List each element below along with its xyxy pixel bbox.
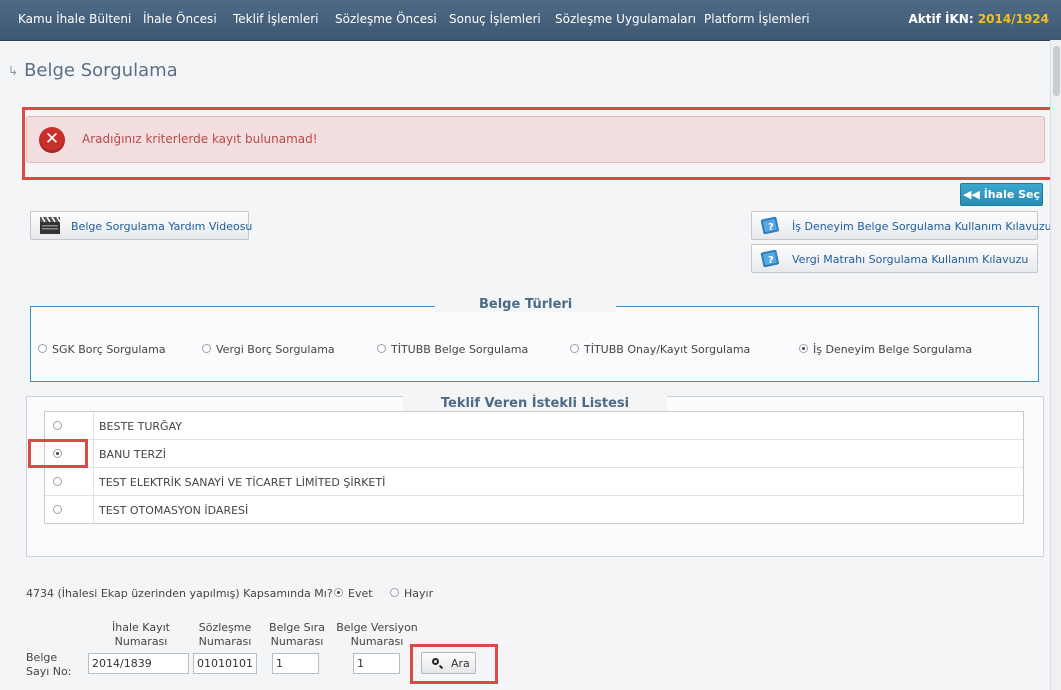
radio-kapsam-evet[interactable] (334, 588, 343, 597)
vertical-scrollbar[interactable] (1050, 40, 1061, 690)
label-kapsam-evet: Evet (348, 587, 373, 600)
ara-button[interactable]: Ara (421, 652, 476, 674)
radio-kapsam-hayir[interactable] (390, 588, 399, 597)
alert-message: Aradığınız kriterlerde kayıt bulunamad! (82, 132, 318, 146)
is-deneyim-kilavuz-button[interactable]: ? İş Deneyim Belge Sorgulama Kullanım Kı… (751, 211, 1052, 240)
label-kapsam-hayir: Hayır (404, 587, 434, 600)
return-arrow-icon: ↳ (8, 64, 19, 78)
row-radio[interactable] (53, 505, 62, 514)
belge-turleri-fieldset: Belge Türleri SGK Borç Sorgulama Vergi B… (30, 297, 1039, 382)
aktif-ikn: Aktif İKN: 2014/1924 (909, 12, 1050, 26)
double-left-arrow-icon: ◀◀ (962, 188, 980, 201)
row-name: BESTE TURĞAY (99, 420, 182, 433)
belge-sira-input[interactable] (272, 653, 319, 674)
belge-sayi-label: Belge Sayı No: (26, 651, 72, 678)
search-icon (432, 658, 439, 665)
header-belge-versiyon: Belge Versiyon Numarası (336, 621, 418, 648)
nav-platform-islemleri[interactable]: Platform İşlemleri (704, 12, 810, 26)
table-row[interactable]: BANU TERZİ (45, 440, 1023, 468)
yardim-videosu-label: Belge Sorgulama Yardım Videosu (71, 220, 253, 233)
radio-titubb-belge[interactable] (377, 344, 386, 353)
svg-text:?: ? (768, 255, 774, 266)
scrollbar-thumb[interactable] (1053, 46, 1060, 96)
table-row[interactable]: BESTE TURĞAY (45, 412, 1023, 440)
svg-text:?: ? (768, 222, 774, 233)
is-deneyim-kilavuz-label: İş Deneyim Belge Sorgulama Kullanım Kıla… (792, 220, 1052, 233)
cell-divider (93, 440, 94, 467)
help-book-icon: ? (760, 216, 779, 235)
label-sgk-borc: SGK Borç Sorgulama (52, 343, 166, 356)
vergi-matrahi-kilavuz-label: Vergi Matrahı Sorgulama Kullanım Kılavuz… (792, 253, 1029, 266)
radio-is-deneyim[interactable] (799, 344, 808, 353)
yardim-videosu-button[interactable]: Belge Sorgulama Yardım Videosu (30, 211, 253, 240)
ara-label: Ara (451, 657, 470, 670)
nav-sonuc-islemleri[interactable]: Sonuç İşlemleri (449, 12, 541, 26)
clapperboard-icon (40, 216, 61, 234)
nav-sozlesme-uygulamalari[interactable]: Sözleşme Uygulamaları (555, 12, 696, 26)
radio-sgk-borc[interactable] (38, 344, 47, 353)
header-belge-sira: Belge Sıra Numarası (269, 621, 325, 648)
label-vergi-borc: Vergi Borç Sorgulama (216, 343, 335, 356)
aktif-ikn-label: Aktif İKN: (908, 12, 974, 26)
label-titubb-belge: TİTUBB Belge Sorgulama (391, 343, 529, 356)
vergi-matrahi-kilavuz-button[interactable]: ? Vergi Matrahı Sorgulama Kullanım Kılav… (751, 244, 1038, 273)
error-icon: ✕ (39, 127, 65, 153)
nav-ihale-oncesi[interactable]: İhale Öncesi (143, 12, 217, 26)
nav-teklif-islemleri[interactable]: Teklif İşlemleri (233, 12, 319, 26)
top-navbar: Kamu İhale Bülteni İhale Öncesi Teklif İ… (0, 0, 1061, 41)
header-sozlesme: Sözleşme Numarası (198, 621, 252, 648)
label-is-deneyim: İş Deneyim Belge Sorgulama (813, 343, 973, 356)
ihale-sec-button[interactable]: ◀◀ İhale Seç (960, 183, 1043, 206)
aktif-ikn-value: 2014/1924 (977, 12, 1049, 26)
belge-turleri-legend: Belge Türleri (435, 297, 617, 312)
cell-divider (93, 468, 94, 495)
error-alert: ✕ Aradığınız kriterlerde kayıt bulunamad… (26, 116, 1045, 163)
row-radio[interactable] (53, 477, 62, 486)
header-ihale-kayit: İhale Kayıt Numarası (112, 621, 170, 648)
belge-versiyon-input[interactable] (353, 653, 400, 674)
help-book-icon: ? (760, 249, 779, 268)
istekli-table: BESTE TURĞAY BANU TERZİ TEST ELEKTRİK SA… (44, 411, 1024, 524)
row-name: TEST ELEKTRİK SANAYİ VE TİCARET LİMİTED … (99, 476, 386, 489)
kapsam-question-text: 4734 (İhalesi Ekap üzerinden yapılmış) K… (26, 587, 333, 600)
istekli-listesi-legend: Teklif Veren İstekli Listesi (403, 396, 667, 411)
cell-divider (93, 496, 94, 524)
label-titubb-onay: TİTUBB Onay/Kayıt Sorgulama (584, 343, 751, 356)
nav-sozlesme-oncesi[interactable]: Sözleşme Öncesi (335, 12, 437, 26)
page-title-text: Belge Sorgulama (24, 60, 178, 81)
radio-titubb-onay[interactable] (570, 344, 579, 353)
table-row[interactable]: TEST ELEKTRİK SANAYİ VE TİCARET LİMİTED … (45, 468, 1023, 496)
ihale-sec-label: İhale Seç (983, 188, 1041, 201)
row-radio[interactable] (53, 421, 62, 430)
row-name: TEST OTOMASYON İDARESİ (99, 504, 249, 517)
radio-vergi-borc[interactable] (202, 344, 211, 353)
ihale-kayit-input[interactable] (88, 653, 189, 674)
page-title: ↳ Belge Sorgulama (8, 60, 178, 81)
row-radio[interactable] (53, 449, 62, 458)
cell-divider (93, 412, 94, 439)
table-row[interactable]: TEST OTOMASYON İDARESİ (45, 496, 1023, 524)
nav-kamu-ihale-bulteni[interactable]: Kamu İhale Bülteni (18, 12, 131, 26)
row-name: BANU TERZİ (99, 448, 166, 461)
sozlesme-no-input[interactable] (193, 653, 257, 674)
kapsam-question: 4734 (İhalesi Ekap üzerinden yapılmış) K… (26, 587, 333, 600)
